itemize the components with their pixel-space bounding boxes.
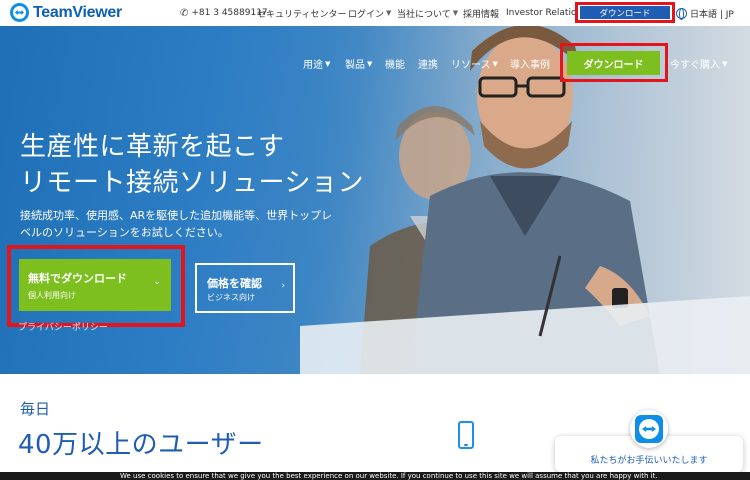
nav-item-features[interactable]: 機能: [385, 56, 405, 71]
language-selector[interactable]: 日本語 | JP: [676, 0, 734, 26]
phone-link[interactable]: ✆ +81 3 45889117: [180, 0, 268, 26]
nav-item-products[interactable]: 製品 ▼: [345, 56, 373, 72]
chevron-right-icon: ›: [281, 281, 285, 291]
nav-download-highlight: ダウンロード: [560, 43, 668, 82]
primary-cta-highlight: 無料でダウンロード 個人利用向け ⌄: [7, 245, 185, 327]
chevron-down-icon: ▼: [722, 59, 728, 68]
hero-subcopy-line1: 接続成功率、使用感、ARを駆使した追加機能等、世界トップレ: [20, 209, 333, 222]
hero-headline-line1: 生産性に革新を起こす: [20, 132, 285, 162]
phone-icon: ✆: [180, 7, 189, 19]
hero-photo: [300, 26, 750, 374]
chevron-down-icon: ▼: [367, 59, 373, 68]
language-label: 日本語 | JP: [690, 9, 734, 20]
nav-label: 製品: [345, 60, 365, 71]
nav-download-button[interactable]: ダウンロード: [567, 51, 660, 75]
nav-item-resources[interactable]: リソース ▼: [451, 56, 498, 72]
security-center-label: セキュリティセンター: [257, 9, 347, 20]
users-count-heading: 40万以上のユーザー: [18, 430, 264, 460]
teamviewer-chat-icon: [635, 415, 663, 443]
chevron-down-icon: ▼: [452, 9, 459, 17]
nav-item-integrations[interactable]: 連携: [418, 56, 438, 71]
daily-label: 毎日: [20, 400, 51, 418]
nav-buy-now[interactable]: 今すぐ購入 ▼: [670, 56, 728, 72]
check-pricing-button[interactable]: 価格を確認 ビジネス向け ›: [195, 263, 295, 313]
nav-label: 用途: [303, 60, 323, 71]
chevron-down-icon: ▼: [492, 59, 498, 68]
cookie-text: We use cookies to ensure that we give yo…: [120, 472, 658, 480]
nav-label: 導入事例: [510, 60, 550, 71]
chevron-down-icon: ⌄: [153, 277, 161, 287]
login-label: ログイン: [348, 9, 385, 20]
buy-now-label: 今すぐ購入: [670, 60, 720, 71]
top-download-button[interactable]: ダウンロード: [580, 6, 670, 19]
chat-label: 私たちがお手伝いいたします: [590, 456, 708, 466]
teamviewer-logo[interactable]: TeamViewer: [10, 3, 122, 22]
free-download-button[interactable]: 無料でダウンロード 個人利用向け ⌄: [19, 259, 171, 311]
hero-headline-line2: リモート接続ソリューション: [20, 168, 364, 198]
nav-label: リソース: [451, 60, 491, 71]
careers-link[interactable]: 採用情報: [463, 0, 499, 26]
nav-label: 連携: [418, 60, 438, 71]
chevron-down-icon: ▼: [386, 9, 392, 17]
top-utility-bar: TeamViewer ✆ +81 3 45889117 セキュリティセンター ロ…: [0, 0, 750, 26]
free-download-subtitle: 個人利用向け: [28, 291, 76, 300]
logo-wordmark: TeamViewer: [33, 3, 122, 21]
chat-avatar-icon[interactable]: [630, 410, 668, 448]
check-pricing-subtitle: ビジネス向け: [207, 293, 255, 302]
careers-label: 採用情報: [463, 9, 500, 20]
mobile-device-icon: [458, 421, 474, 449]
chevron-down-icon: ▼: [325, 59, 331, 68]
teamviewer-logo-icon: [10, 3, 29, 22]
free-download-title: 無料でダウンロード: [28, 272, 127, 285]
check-pricing-title: 価格を確認: [207, 277, 262, 290]
partially-hidden-link[interactable]: プライバシーポリシー: [18, 320, 108, 333]
hero-subcopy-line2: ベルのソリューションをお試しください。: [20, 226, 229, 239]
cookie-banner: We use cookies to ensure that we give yo…: [0, 472, 750, 480]
nav-label: 機能: [385, 60, 405, 71]
login-menu[interactable]: ログイン ▼: [348, 0, 391, 26]
about-menu[interactable]: 当社について ▼: [397, 0, 458, 26]
nav-item-case-studies[interactable]: 導入事例: [510, 56, 550, 71]
globe-icon: [676, 7, 687, 20]
about-label: 当社について: [397, 9, 451, 20]
hero-banner: 用途 ▼ 製品 ▼ 機能 連携 リソース ▼ 導入事例 ダウンロード 今すぐ購入…: [0, 26, 750, 374]
nav-item-use-cases[interactable]: 用途 ▼: [303, 56, 331, 72]
top-download-highlight: ダウンロード: [575, 2, 675, 23]
security-center-link[interactable]: セキュリティセンター: [257, 0, 346, 26]
